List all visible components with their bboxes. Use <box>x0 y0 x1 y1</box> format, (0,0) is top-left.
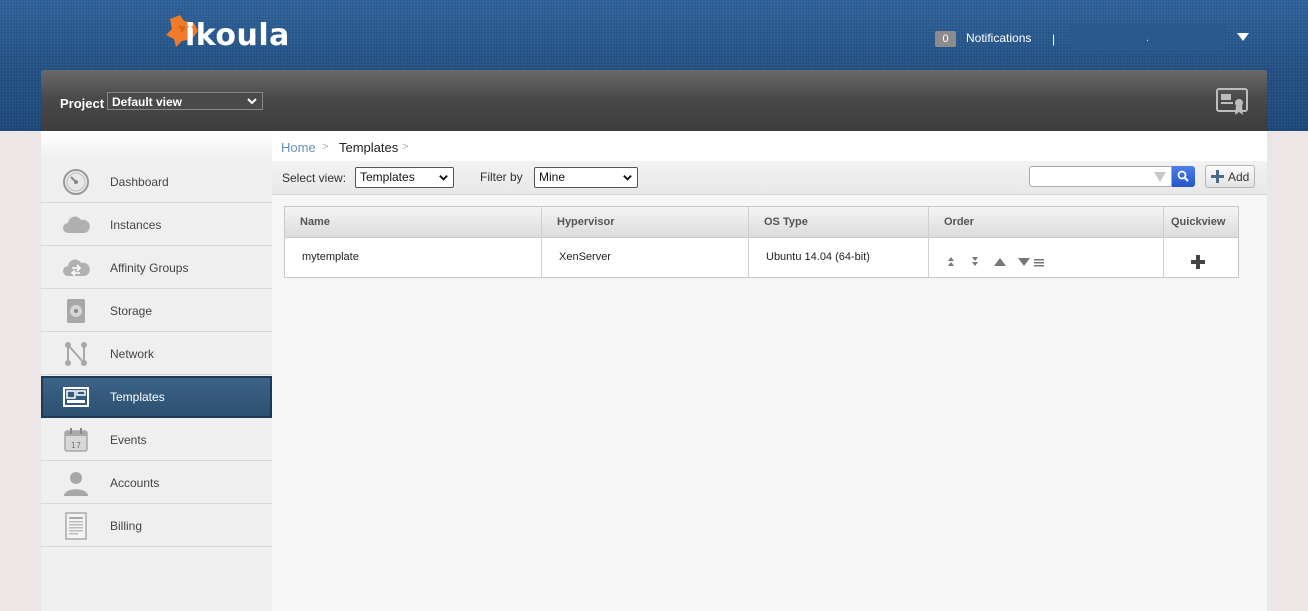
move-top-icon[interactable] <box>948 257 954 266</box>
column-header-hypervisor[interactable]: Hypervisor <box>557 207 614 237</box>
chevron-down-icon <box>439 175 448 181</box>
filter-bar: Select view: Templates Filter by Mine Ad… <box>272 161 1267 195</box>
search-input[interactable] <box>1029 166 1172 187</box>
user-name-field[interactable]: . <box>1070 25 1225 51</box>
column-divider <box>541 207 542 277</box>
user-icon <box>64 472 88 496</box>
sidebar-item-billing[interactable]: Billing <box>41 505 272 547</box>
templates-icon <box>63 387 89 407</box>
notifications-link[interactable]: Notifications <box>966 31 1031 45</box>
main-content: Home > Templates > Select view: Template… <box>272 131 1267 611</box>
filter-by-value: Mine <box>539 170 566 184</box>
column-divider <box>928 207 929 277</box>
template-name-cell[interactable]: mytemplate <box>302 237 359 277</box>
plus-icon <box>1211 170 1224 183</box>
sidebar-item-dashboard[interactable]: Dashboard <box>41 161 272 203</box>
breadcrumb-separator: > <box>322 141 329 153</box>
order-controls <box>948 257 1044 267</box>
sidebar-item-label: Instances <box>110 218 162 232</box>
move-bottom-icon[interactable] <box>972 257 978 266</box>
filter-by-label: Filter by <box>480 170 523 184</box>
sidebar-item-templates[interactable]: Templates <box>41 376 272 418</box>
quickview-plus-icon[interactable] <box>1191 255 1205 269</box>
column-header-order: Order <box>944 216 974 228</box>
breadcrumb: Home > Templates > <box>272 131 1267 161</box>
column-header-quickview: Quickview <box>1171 216 1226 228</box>
filter-by-dropdown[interactable]: Mine <box>534 167 638 188</box>
move-up-icon[interactable] <box>994 258 1006 266</box>
logo-text: ikoula <box>185 18 290 53</box>
breadcrumb-current[interactable]: Templates <box>339 140 398 155</box>
ikoula-logo[interactable]: ikoula <box>160 8 300 64</box>
user-menu-caret-icon[interactable] <box>1237 33 1249 41</box>
sidebar-item-label: Templates <box>110 390 165 404</box>
column-header-os-type[interactable]: OS Type <box>764 207 808 237</box>
network-nodes-icon <box>65 342 87 366</box>
add-template-button[interactable]: Add <box>1205 165 1255 188</box>
add-button-label: Add <box>1228 170 1250 184</box>
sidebar-item-affinity-groups[interactable]: Affinity Groups <box>41 247 272 289</box>
chevron-down-icon <box>247 98 257 105</box>
search-options-caret-icon[interactable] <box>1154 172 1166 182</box>
cloud-icon <box>63 216 90 233</box>
hard-disk-icon <box>67 299 85 323</box>
table-header: Name Hypervisor OS Type Order Quickview <box>285 207 1238 238</box>
sidebar-item-instances[interactable]: Instances <box>41 204 272 246</box>
dashboard-gauge-icon <box>63 169 89 195</box>
project-selected-value: Default view <box>112 95 183 109</box>
templates-table: Name Hypervisor OS Type Order Quickview … <box>284 206 1239 278</box>
sidebar-item-storage[interactable]: Storage <box>41 290 272 332</box>
breadcrumb-home-link[interactable]: Home <box>281 140 316 155</box>
select-view-dropdown[interactable]: Templates <box>355 167 454 188</box>
sidebar-item-network[interactable]: Network <box>41 333 272 375</box>
notifications-count-badge[interactable]: 0 <box>935 31 956 47</box>
chevron-down-icon <box>623 175 632 181</box>
sidebar-item-accounts[interactable]: Accounts <box>41 462 272 504</box>
breadcrumb-separator: > <box>402 141 409 153</box>
search-icon <box>1177 170 1189 182</box>
sidebar-item-events[interactable]: 17 Events <box>41 419 272 461</box>
sidebar-item-label: Affinity Groups <box>110 261 189 275</box>
invoice-icon <box>65 512 87 540</box>
column-header-name[interactable]: Name <box>300 207 330 237</box>
column-divider <box>748 207 749 277</box>
project-select[interactable]: Default view <box>107 92 263 110</box>
move-down-icon[interactable] <box>1018 258 1030 266</box>
search-button[interactable] <box>1172 166 1195 187</box>
header-separator: | <box>1052 32 1056 46</box>
sidebar-item-label: Network <box>110 347 155 361</box>
sidebar-top-fade <box>41 131 272 161</box>
sidebar-item-label: Events <box>110 433 147 447</box>
sidebar-item-label: Dashboard <box>110 175 169 189</box>
project-toolbar: Project Default view <box>41 70 1267 131</box>
select-view-label: Select view: <box>282 171 347 185</box>
certificate-icon[interactable] <box>1216 88 1248 116</box>
calendar-icon: 17 <box>64 428 88 452</box>
sidebar-item-label: Billing <box>110 519 143 533</box>
hypervisor-cell: XenServer <box>559 251 611 263</box>
column-divider <box>1163 207 1164 277</box>
svg-text:17: 17 <box>71 441 81 450</box>
sidebar-item-label: Accounts <box>110 476 160 490</box>
select-view-value: Templates <box>360 170 415 184</box>
os-type-cell: Ubuntu 14.04 (64-bit) <box>766 251 870 263</box>
sidebar-item-label: Storage <box>110 304 153 318</box>
sidebar-nav: Dashboard Instances Affinity Groups Stor… <box>41 131 272 611</box>
cloud-arrows-icon <box>63 259 90 277</box>
drag-handle-icon[interactable] <box>1034 259 1044 267</box>
project-label: Project <box>60 96 105 111</box>
